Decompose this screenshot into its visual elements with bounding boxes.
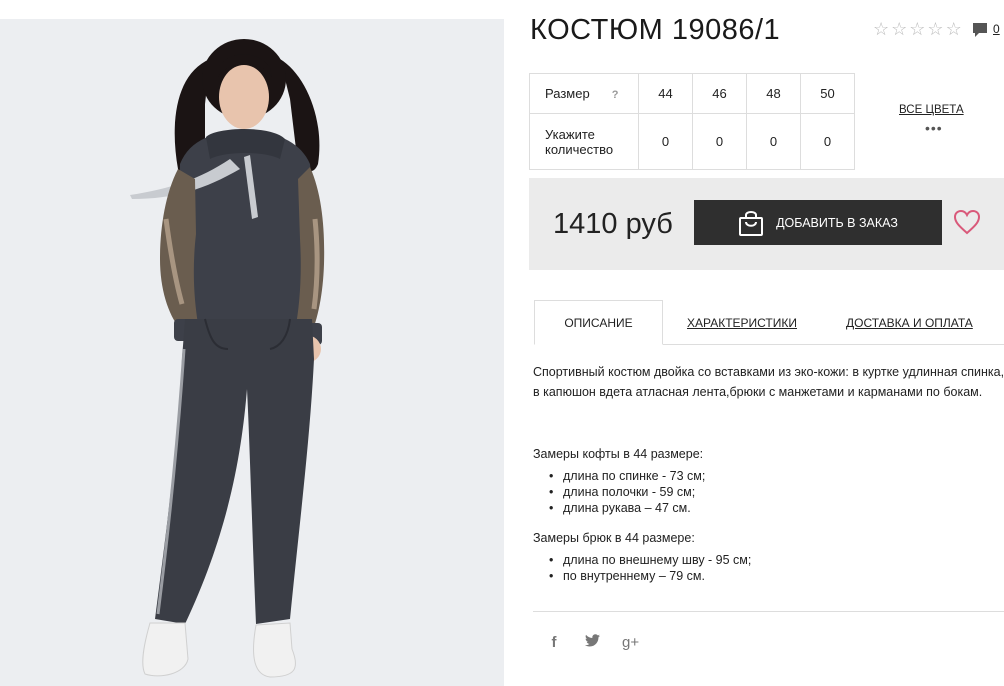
star-icon[interactable]: ☆ <box>946 20 962 38</box>
comments-link[interactable]: 0 <box>972 22 1000 38</box>
help-icon[interactable]: ? <box>612 89 619 101</box>
qty-input[interactable]: 0 <box>746 113 801 170</box>
size-label: Размер <box>545 86 590 101</box>
rating-stars[interactable]: ☆ ☆ ☆ ☆ ☆ <box>873 20 962 38</box>
more-colors-dots[interactable]: ••• <box>925 120 943 136</box>
qty-label-line1: Укажите <box>545 126 595 142</box>
qty-label-cell: Укажите количество <box>529 113 639 170</box>
size-quantity-table: Размер? 44 46 48 50 Укажите количество 0… <box>529 73 855 170</box>
top-measurements-list: длина по спинке - 73 см; длина полочки -… <box>549 468 705 516</box>
tab-delivery-payment[interactable]: ДОСТАВКА И ОПЛАТА <box>846 300 973 345</box>
facebook-icon[interactable]: f <box>546 634 562 651</box>
price: 1410 руб <box>553 208 673 240</box>
product-title: КОСТЮМ 19086/1 <box>530 14 781 46</box>
social-divider <box>533 611 1004 612</box>
list-item: длина полочки - 59 см; <box>549 484 705 500</box>
size-cell: 50 <box>800 73 855 114</box>
qty-input[interactable]: 0 <box>638 113 693 170</box>
comment-icon <box>973 23 987 37</box>
shopping-bag-icon <box>739 210 764 236</box>
size-cell: 44 <box>638 73 693 114</box>
list-item: длина рукава – 47 см. <box>549 500 705 516</box>
size-label-cell: Размер? <box>529 73 639 114</box>
add-to-order-button[interactable]: ДОБАВИТЬ В ЗАКАЗ <box>694 200 942 245</box>
qty-label-line2: количество <box>545 141 614 157</box>
twitter-icon[interactable] <box>584 634 600 651</box>
star-icon[interactable]: ☆ <box>927 20 943 38</box>
size-cell: 46 <box>692 73 747 114</box>
list-item: по внутреннему – 79 см. <box>549 568 751 584</box>
all-colors-link[interactable]: ВСЕ ЦВЕТА <box>899 104 964 116</box>
wishlist-heart-icon[interactable] <box>953 209 981 235</box>
social-share: f g+ <box>546 634 640 651</box>
description-text: Спортивный костюм двойка со вставками из… <box>533 365 1004 399</box>
list-item: длина по спинке - 73 см; <box>549 468 705 484</box>
size-cell: 48 <box>746 73 801 114</box>
qty-input[interactable]: 0 <box>692 113 747 170</box>
buy-box: 1410 руб ДОБАВИТЬ В ЗАКАЗ <box>529 178 1004 270</box>
star-icon[interactable]: ☆ <box>873 20 889 38</box>
list-item: длина по внешнему шву - 95 см; <box>549 552 751 568</box>
pants-measurements-title: Замеры брюк в 44 размере: <box>533 531 695 545</box>
star-icon[interactable]: ☆ <box>909 20 925 38</box>
add-to-order-label: ДОБАВИТЬ В ЗАКАЗ <box>776 215 898 230</box>
product-tabs: ОПИСАНИЕ ХАРАКТЕРИСТИКИ ДОСТАВКА И ОПЛАТ… <box>534 300 1004 345</box>
comments-count[interactable]: 0 <box>993 22 1000 36</box>
top-measurements-title: Замеры кофты в 44 размере: <box>533 447 704 461</box>
tab-description[interactable]: ОПИСАНИЕ <box>534 300 663 345</box>
tab-divider <box>663 344 1004 345</box>
product-photo[interactable] <box>0 19 504 686</box>
tab-characteristics[interactable]: ХАРАКТЕРИСТИКИ <box>687 300 797 345</box>
googleplus-icon[interactable]: g+ <box>622 634 639 651</box>
qty-input[interactable]: 0 <box>800 113 855 170</box>
star-icon[interactable]: ☆ <box>891 20 907 38</box>
pants-measurements-list: длина по внешнему шву - 95 см; по внутре… <box>549 552 751 584</box>
